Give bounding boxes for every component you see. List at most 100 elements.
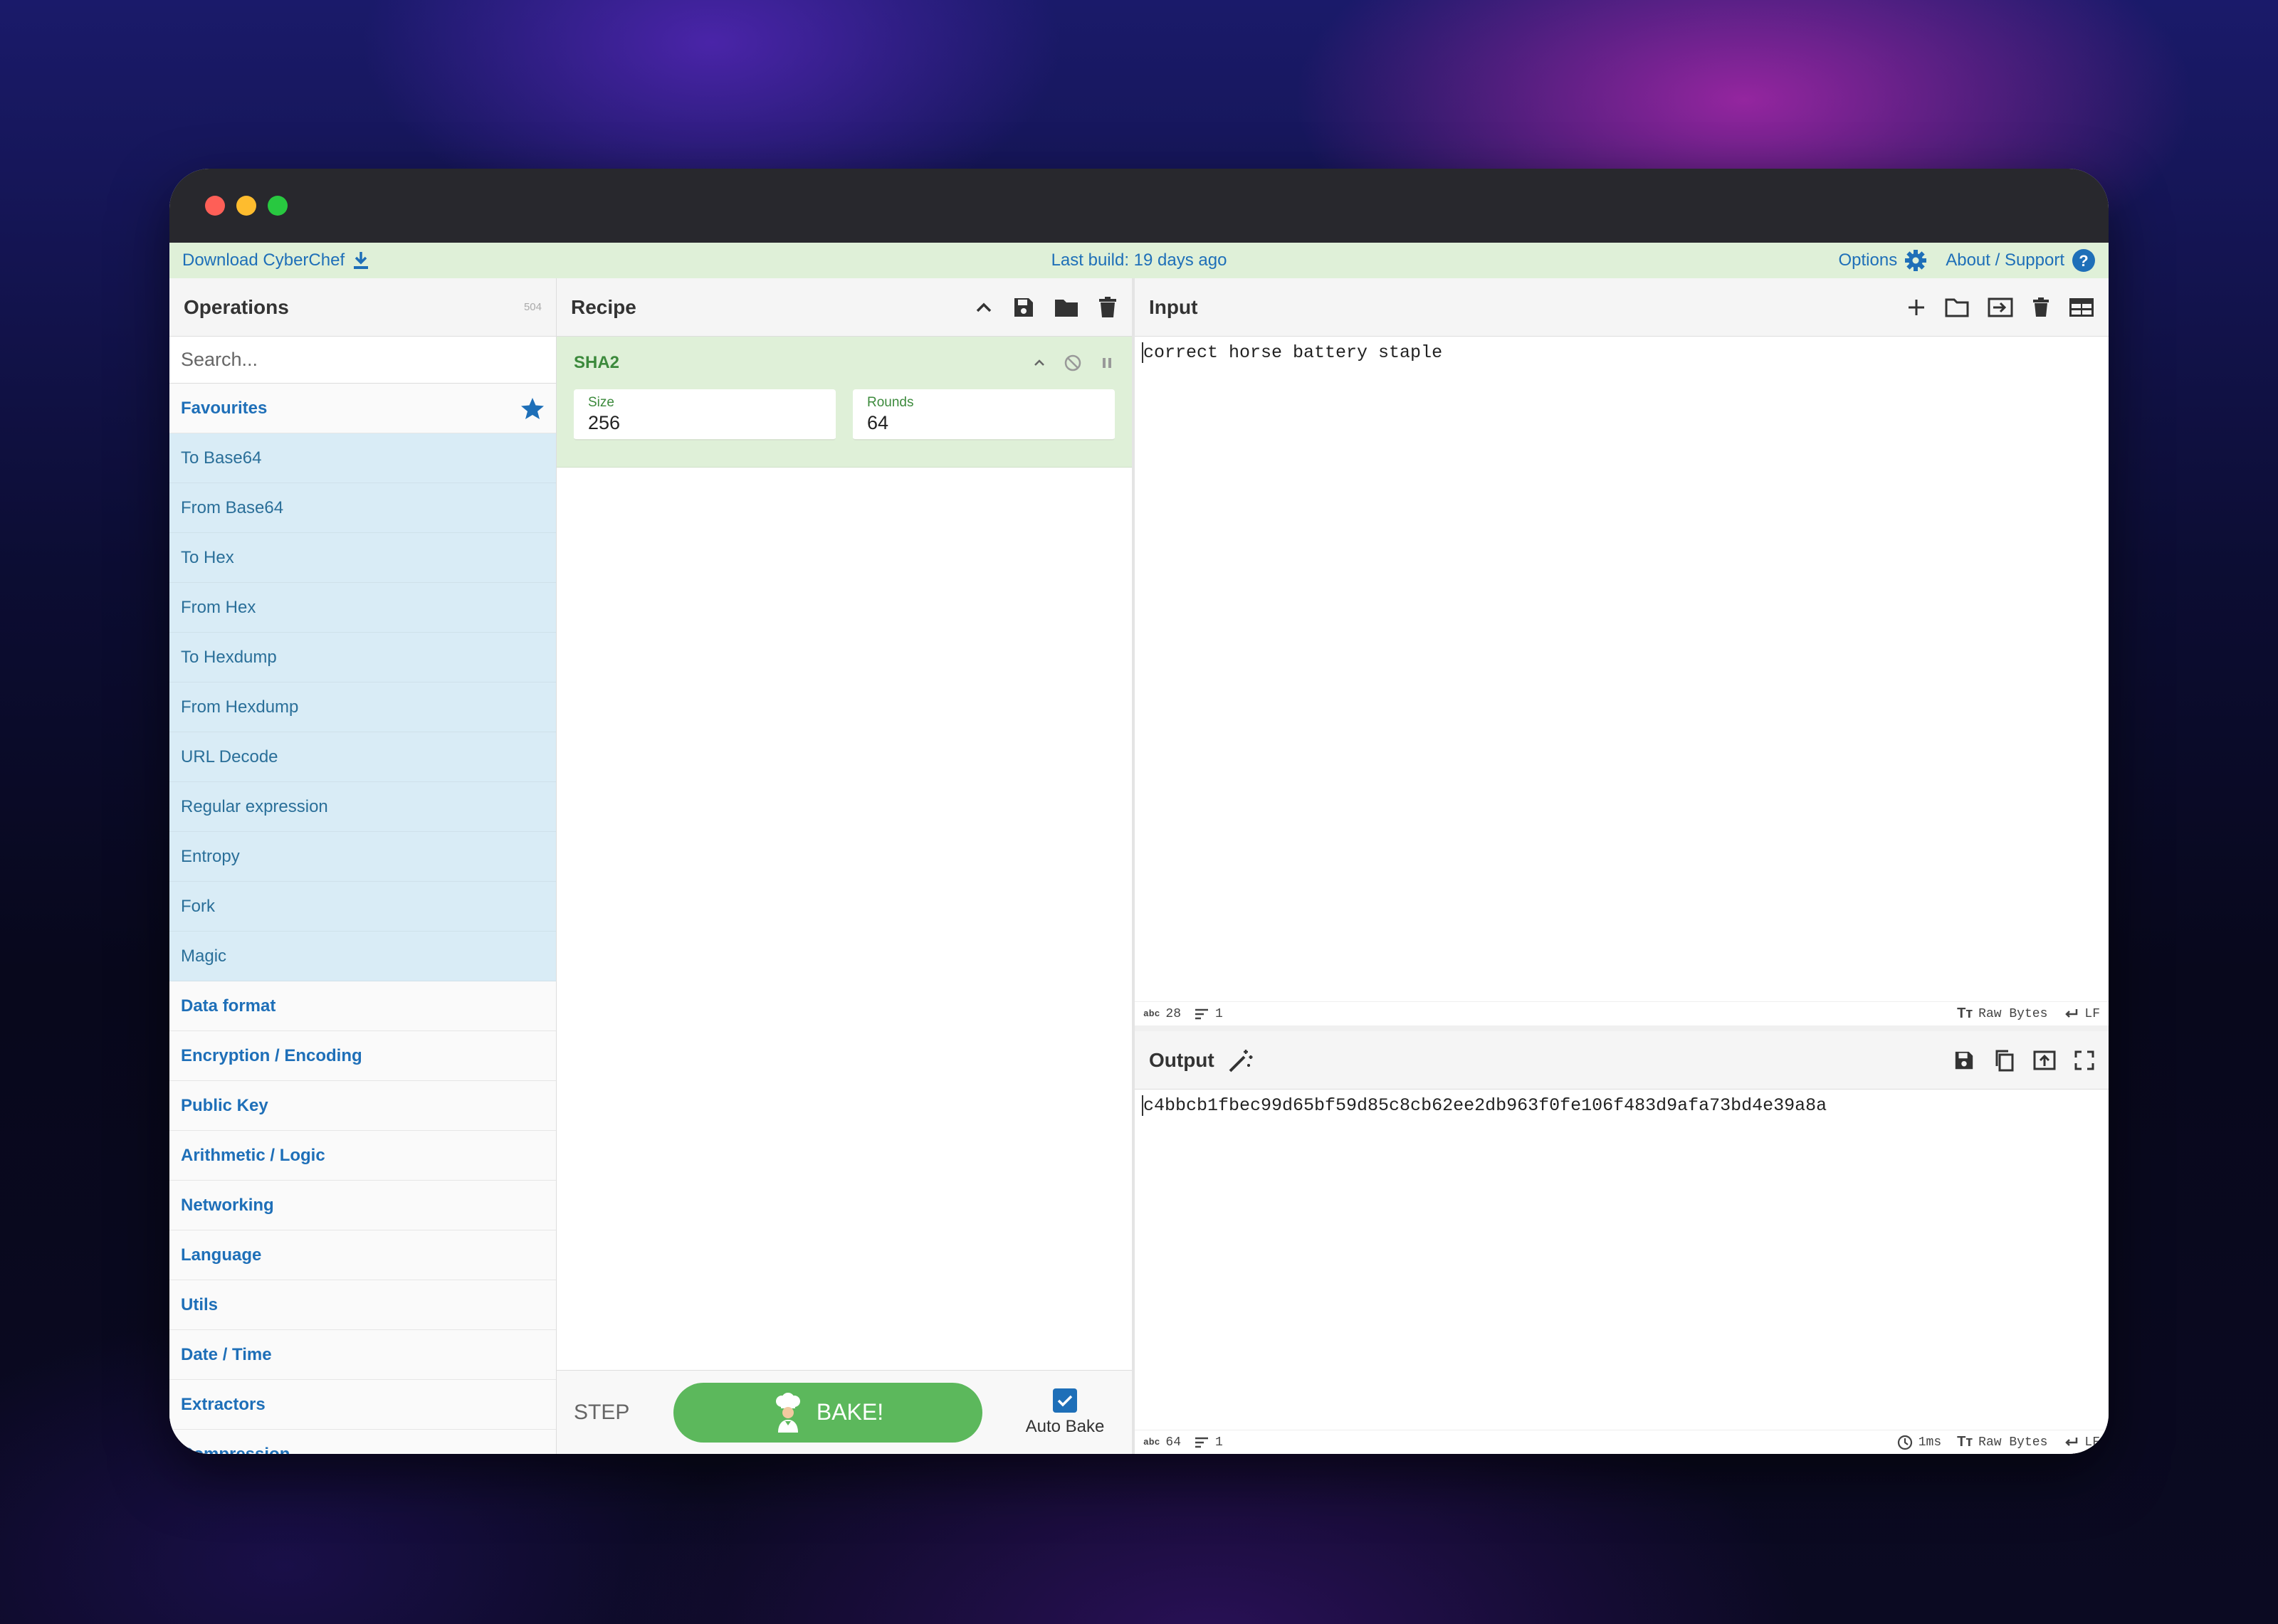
favourite-op-entropy[interactable]: Entropy [169, 832, 556, 882]
add-input-tab-button[interactable] [1906, 297, 1926, 317]
replace-input-with-output-button[interactable] [2033, 1050, 2056, 1071]
category-favourites[interactable]: Favourites [169, 384, 556, 433]
download-cyberchef-link[interactable]: Download CyberChef [182, 251, 370, 270]
category-compression[interactable]: Compression [169, 1430, 556, 1454]
input-encoding-selector[interactable]: Tт Raw Bytes [1957, 1006, 2047, 1022]
open-folder-button[interactable] [1945, 297, 1969, 318]
output-lines-value: 1 [1215, 1435, 1223, 1450]
magic-wand-icon [1229, 1049, 1253, 1072]
text-format-icon: Tт [1957, 1006, 1973, 1021]
maximise-output-button[interactable] [2074, 1050, 2094, 1070]
ingredient-collapse-button[interactable] [1032, 356, 1046, 370]
abc-icon: abc [1143, 1008, 1160, 1019]
category-encryption-encoding[interactable]: Encryption / Encoding [169, 1031, 556, 1081]
category-language[interactable]: Language [169, 1230, 556, 1280]
ingredient-disable-button[interactable] [1064, 354, 1082, 372]
reset-layout-button[interactable] [2069, 297, 2094, 318]
bake-button[interactable]: BAKE! [673, 1382, 982, 1443]
category-public-key[interactable]: Public Key [169, 1081, 556, 1131]
favourite-op-to-base64[interactable]: To Base64 [169, 433, 556, 483]
save-output-button[interactable] [1953, 1050, 1975, 1071]
rounds-field[interactable]: Rounds 64 [853, 389, 1115, 441]
category-data-format[interactable]: Data format [169, 981, 556, 1031]
last-build-text: Last build: 19 days ago [1051, 251, 1227, 270]
step-button[interactable]: STEP [574, 1401, 654, 1425]
output-eol-selector[interactable]: LF [2063, 1435, 2100, 1450]
recipe-title: Recipe [571, 295, 636, 318]
favourite-op-url-decode[interactable]: URL Decode [169, 732, 556, 782]
input-header: Input [1135, 278, 2109, 337]
gear-icon [1904, 249, 1927, 272]
return-icon [2065, 1437, 2078, 1446]
chef-icon [772, 1392, 804, 1433]
category-label: Networking [181, 1195, 274, 1215]
auto-bake-checkbox[interactable] [1053, 1388, 1077, 1413]
category-networking[interactable]: Networking [169, 1181, 556, 1230]
layout-icon [2069, 297, 2094, 317]
operations-pane: Operations 504 Favourites To Base64 From… [169, 278, 557, 1454]
op-label: Magic [181, 946, 227, 966]
checkmark-icon [1057, 1395, 1073, 1406]
copy-output-button[interactable] [1993, 1049, 2015, 1072]
ingredient-breakpoint-button[interactable] [1099, 355, 1115, 371]
save-recipe-button[interactable] [1012, 296, 1035, 319]
favourite-op-fork[interactable]: Fork [169, 882, 556, 932]
category-arithmetic-logic[interactable]: Arithmetic / Logic [169, 1131, 556, 1181]
ingredient-name: SHA2 [574, 353, 620, 372]
collapse-all-button[interactable] [974, 297, 994, 317]
category-label: Arithmetic / Logic [181, 1145, 325, 1165]
recipe-header: Recipe [557, 278, 1132, 337]
category-extractors[interactable]: Extractors [169, 1380, 556, 1430]
trash-icon [1099, 296, 1116, 317]
lines-icon [1195, 1008, 1209, 1019]
category-label: Encryption / Encoding [181, 1045, 362, 1065]
op-label: URL Decode [181, 747, 278, 766]
output-text-area[interactable]: c4bbcb1fbec99d65bf59d85c8cb62ee2db963f0f… [1135, 1090, 2109, 1122]
favourite-op-from-base64[interactable]: From Base64 [169, 483, 556, 533]
category-label: Data format [181, 996, 276, 1016]
auto-bake-toggle[interactable]: Auto Bake [1015, 1388, 1115, 1437]
about-support-link[interactable]: About / Support ? [1946, 248, 2096, 273]
lines-icon [1195, 1437, 1209, 1448]
download-label: Download CyberChef [182, 251, 345, 270]
folder-icon [1945, 298, 1969, 317]
about-label: About / Support [1946, 251, 2064, 270]
open-file-button[interactable] [1988, 297, 2013, 318]
pause-icon [1103, 358, 1111, 368]
search-input[interactable] [181, 349, 545, 371]
close-window-button[interactable] [205, 196, 225, 216]
options-link[interactable]: Options [1839, 249, 1928, 272]
favourite-op-magic[interactable]: Magic [169, 932, 556, 981]
recipe-ingredient-sha2: SHA2 Size 256 Rounds 64 [557, 337, 1132, 468]
maximize-window-button[interactable] [268, 196, 288, 216]
clear-input-button[interactable] [2032, 297, 2050, 318]
io-resize-handle[interactable] [1135, 1025, 2109, 1031]
favourite-op-to-hexdump[interactable]: To Hexdump [169, 633, 556, 682]
category-label: Extractors [181, 1394, 266, 1414]
minimize-window-button[interactable] [236, 196, 256, 216]
op-label: To Base64 [181, 448, 262, 468]
favourite-op-regular-expression[interactable]: Regular expression [169, 782, 556, 832]
favourites-label: Favourites [181, 398, 268, 418]
size-field[interactable]: Size 256 [574, 389, 836, 441]
trash-icon [2033, 297, 2049, 317]
size-label: Size [588, 395, 614, 410]
category-utils[interactable]: Utils [169, 1280, 556, 1330]
category-date-time[interactable]: Date / Time [169, 1330, 556, 1380]
output-encoding-selector[interactable]: Tт Raw Bytes [1957, 1434, 2047, 1450]
favourite-op-from-hexdump[interactable]: From Hexdump [169, 682, 556, 732]
load-recipe-button[interactable] [1054, 296, 1079, 319]
input-eol-selector[interactable]: LF [2063, 1007, 2100, 1021]
operations-count: 504 [523, 301, 542, 313]
input-line-count: 1 [1194, 1007, 1223, 1021]
favourite-op-to-hex[interactable]: To Hex [169, 533, 556, 583]
op-label: Entropy [181, 846, 240, 866]
input-title: Input [1149, 295, 1198, 318]
magic-wand-button[interactable] [1227, 1047, 1254, 1074]
favourite-op-from-hex[interactable]: From Hex [169, 583, 556, 633]
op-label: Regular expression [181, 796, 328, 816]
input-encoding-value: Raw Bytes [1978, 1006, 2048, 1021]
category-label: Date / Time [181, 1344, 272, 1364]
clear-recipe-button[interactable] [1098, 296, 1118, 319]
input-text-area[interactable]: correct horse battery staple [1135, 337, 2109, 831]
